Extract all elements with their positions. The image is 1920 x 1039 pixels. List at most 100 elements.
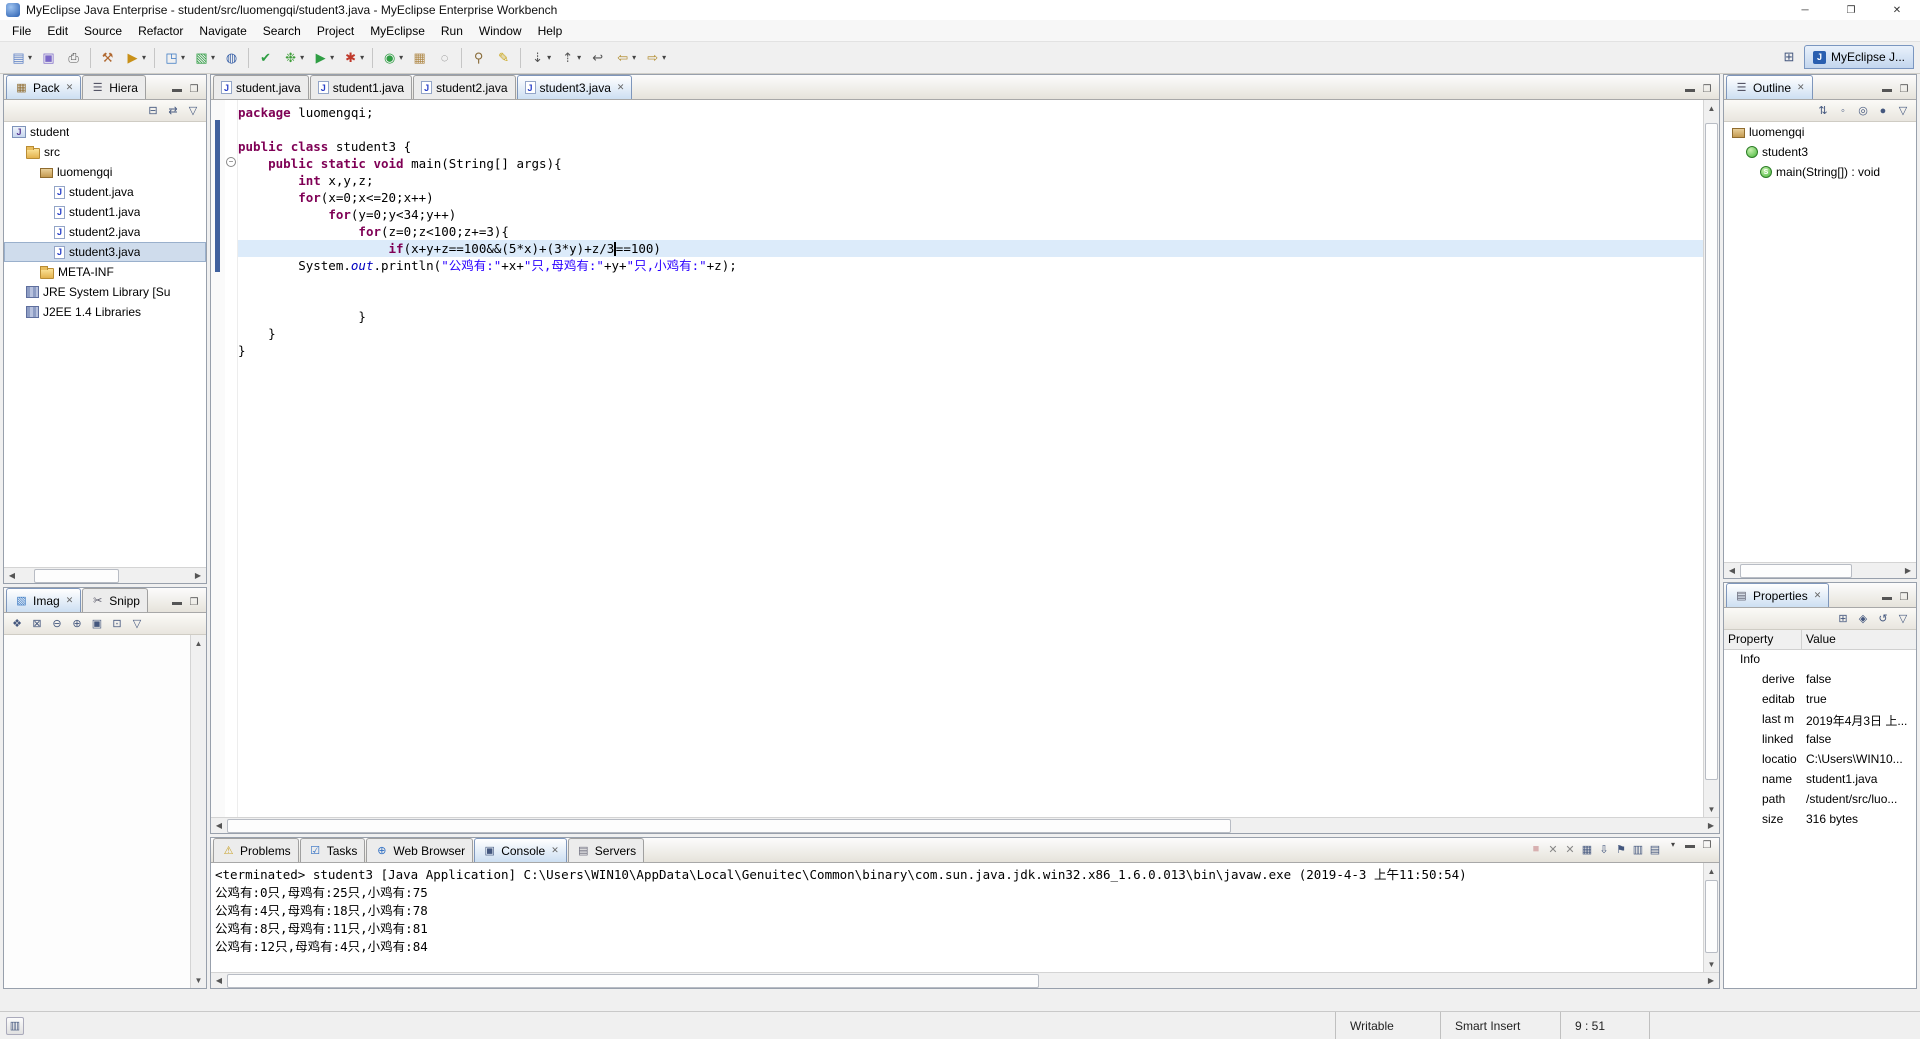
new-java-class-dropdown-icon[interactable]: ▾ (399, 53, 403, 62)
editor-tab-student-java[interactable]: Jstudent.java (213, 75, 309, 99)
scroll-left-icon[interactable]: ◀ (211, 972, 227, 988)
outline-tree[interactable]: luomengqi student3 Smain(String[]) : void (1724, 122, 1916, 562)
property-row-linked[interactable]: linked false (1724, 730, 1916, 750)
annotation-ruler[interactable] (211, 100, 225, 817)
menu-myeclipse[interactable]: MyEclipse (362, 22, 433, 40)
property-column-header[interactable]: Property (1724, 630, 1802, 649)
scrollbar-thumb[interactable] (1705, 879, 1718, 953)
minimize-view-icon[interactable]: ▬ (170, 84, 184, 95)
view-menu-icon[interactable]: ▽ (128, 615, 146, 633)
external-tools-dropdown-icon[interactable]: ▾ (360, 53, 364, 62)
editor-tab-student3-java[interactable]: Jstudent3.java ✕ (516, 75, 633, 99)
collapse-all-icon[interactable]: ⊟ (144, 102, 162, 120)
previous-annotation-button[interactable]: ⇡ ▾ (555, 46, 585, 70)
terminate-icon[interactable]: ■ (1529, 840, 1543, 858)
scroll-left-icon[interactable]: ◀ (1724, 562, 1740, 578)
open-type-button[interactable]: ◌ (432, 46, 457, 70)
search-button[interactable]: ⚲ (466, 46, 491, 70)
maximize-view-icon[interactable]: ❐ (187, 597, 201, 608)
open-console-icon[interactable]: ▤ (1648, 840, 1662, 858)
minimize-view-icon[interactable]: ▬ (1880, 84, 1894, 95)
package-explorer-tab-hiera[interactable]: ☰ Hiera (82, 75, 146, 99)
package-explorer-tree[interactable]: Jstudent src luomengqi Jstudent.java Jstuden… (4, 122, 206, 567)
view-menu-icon[interactable]: ▽ (1894, 102, 1912, 120)
scrollbar-thumb[interactable] (227, 973, 1039, 988)
new-web-project-dropdown-icon[interactable]: ▾ (181, 53, 185, 62)
console-tab-console[interactable]: ▣ Console ✕ (474, 838, 567, 862)
tree-item-j2ee-1-4-libraries[interactable]: J2EE 1.4 Libraries (4, 302, 206, 322)
tree-item-student-java[interactable]: Jstudent.java (4, 182, 206, 202)
back-dropdown-icon[interactable]: ▾ (632, 53, 636, 62)
image-vscrollbar[interactable]: ▲ ▼ (190, 635, 206, 988)
scroll-up-icon[interactable]: ▲ (1704, 863, 1719, 879)
tree-item-meta-inf[interactable]: META-INF (4, 262, 206, 282)
tree-item-luomengqi[interactable]: luomengqi (4, 162, 206, 182)
menu-project[interactable]: Project (309, 22, 362, 40)
show-advanced-icon[interactable]: ◈ (1854, 610, 1872, 628)
outline-hscrollbar[interactable]: ◀ ▶ (1724, 562, 1916, 578)
collapse-marker-icon[interactable]: − (226, 157, 236, 167)
maximize-view-icon[interactable]: ❐ (1700, 840, 1714, 858)
fit-to-window-icon[interactable]: ⊡ (108, 615, 126, 633)
back-button[interactable]: ⇦ ▾ (610, 46, 640, 70)
scroll-right-icon[interactable]: ▶ (1703, 972, 1719, 988)
outline-item-luomengqi[interactable]: luomengqi (1724, 122, 1916, 142)
new-wizard-button[interactable]: ▤ ▾ (6, 46, 36, 70)
outline-item-student3[interactable]: student3 (1724, 142, 1916, 162)
scroll-up-icon[interactable]: ▲ (191, 635, 206, 651)
image-view-tab-snipp[interactable]: ✂ Snipp (82, 588, 148, 612)
console-tab-tasks[interactable]: ☑ Tasks (299, 838, 366, 862)
editor-tab-student2-java[interactable]: Jstudent2.java (413, 75, 516, 99)
property-row-editab[interactable]: editab true (1724, 690, 1916, 710)
minimize-view-icon[interactable]: ▬ (170, 597, 184, 608)
console-tab-problems[interactable]: ⚠ Problems (213, 838, 299, 862)
close-tab-icon[interactable]: ✕ (66, 82, 74, 93)
new-report-button[interactable]: ▧ ▾ (189, 46, 219, 70)
image-view-tab-imag[interactable]: ▧ Imag ✕ (6, 588, 82, 612)
view-menu-icon[interactable]: ▽ (1894, 610, 1912, 628)
package-explorer-hscrollbar[interactable]: ◀ ▶ (4, 567, 206, 583)
close-tab-icon[interactable]: ✕ (551, 845, 559, 856)
tree-item-student3-java[interactable]: Jstudent3.java (4, 242, 206, 262)
perspective-myeclipse-button[interactable]: J MyEclipse J... (1803, 45, 1914, 69)
pin-console-icon[interactable]: ⚑ (1614, 840, 1628, 858)
tree-item-jre-system-library-su[interactable]: JRE System Library [Su (4, 282, 206, 302)
run-button[interactable]: ▶ ▾ (308, 46, 338, 70)
remove-launch-icon[interactable]: ✕ (1546, 840, 1560, 858)
outline-item-main-string-void[interactable]: Smain(String[]) : void (1724, 162, 1916, 182)
clear-console-icon[interactable]: ▦ (1580, 840, 1594, 858)
scrollbar-thumb[interactable] (33, 568, 119, 583)
next-annotation-dropdown-icon[interactable]: ▾ (547, 53, 551, 62)
menu-window[interactable]: Window (471, 22, 530, 40)
debug-dropdown-icon[interactable]: ▾ (300, 53, 304, 62)
new-java-package-button[interactable]: ▦ (407, 46, 432, 70)
display-selected-console-icon[interactable]: ▥ (1631, 840, 1645, 858)
properties-tab-properties[interactable]: ▤ Properties ✕ (1726, 583, 1830, 607)
view-menu-icon[interactable]: ▽ (184, 102, 202, 120)
debug-button[interactable]: ❉ ▾ (278, 46, 308, 70)
show-categories-icon[interactable]: ⊞ (1834, 610, 1852, 628)
package-explorer-tab-pack[interactable]: ▦ Pack ✕ (6, 75, 82, 99)
hide-fields-icon[interactable]: ◦ (1834, 102, 1852, 120)
folding-ruler[interactable]: − (225, 100, 238, 817)
tree-item-student1-java[interactable]: Jstudent1.java (4, 202, 206, 222)
last-edit-location-button[interactable]: ↩ (585, 46, 610, 70)
editor-tab-student1-java[interactable]: Jstudent1.java (309, 75, 413, 99)
forward-dropdown-icon[interactable]: ▾ (662, 53, 666, 62)
close-tab-icon[interactable]: ✕ (1814, 590, 1822, 601)
editor-vscrollbar[interactable]: ▲ ▼ (1703, 100, 1719, 817)
remove-all-launches-icon[interactable]: ✕ (1563, 840, 1577, 858)
scroll-right-icon[interactable]: ▶ (1703, 817, 1719, 833)
run-server-dropdown-icon[interactable]: ▾ (142, 53, 146, 62)
outline-tab-outline[interactable]: ☰ Outline ✕ (1726, 75, 1813, 99)
database-explorer-button[interactable]: ◍ (219, 46, 244, 70)
value-column-header[interactable]: Value (1802, 630, 1916, 649)
scroll-right-icon[interactable]: ▶ (1900, 562, 1916, 578)
console-output[interactable]: <terminated> student3 [Java Application]… (211, 863, 1703, 972)
tree-item-student[interactable]: Jstudent (4, 122, 206, 142)
property-row-name[interactable]: name student1.java (1724, 770, 1916, 790)
property-row-last-m[interactable]: last m 2019年4月3日 上... (1724, 710, 1916, 730)
validate-button[interactable]: ✔ (253, 46, 278, 70)
new-report-dropdown-icon[interactable]: ▾ (211, 53, 215, 62)
property-row-info[interactable]: Info (1724, 650, 1916, 670)
